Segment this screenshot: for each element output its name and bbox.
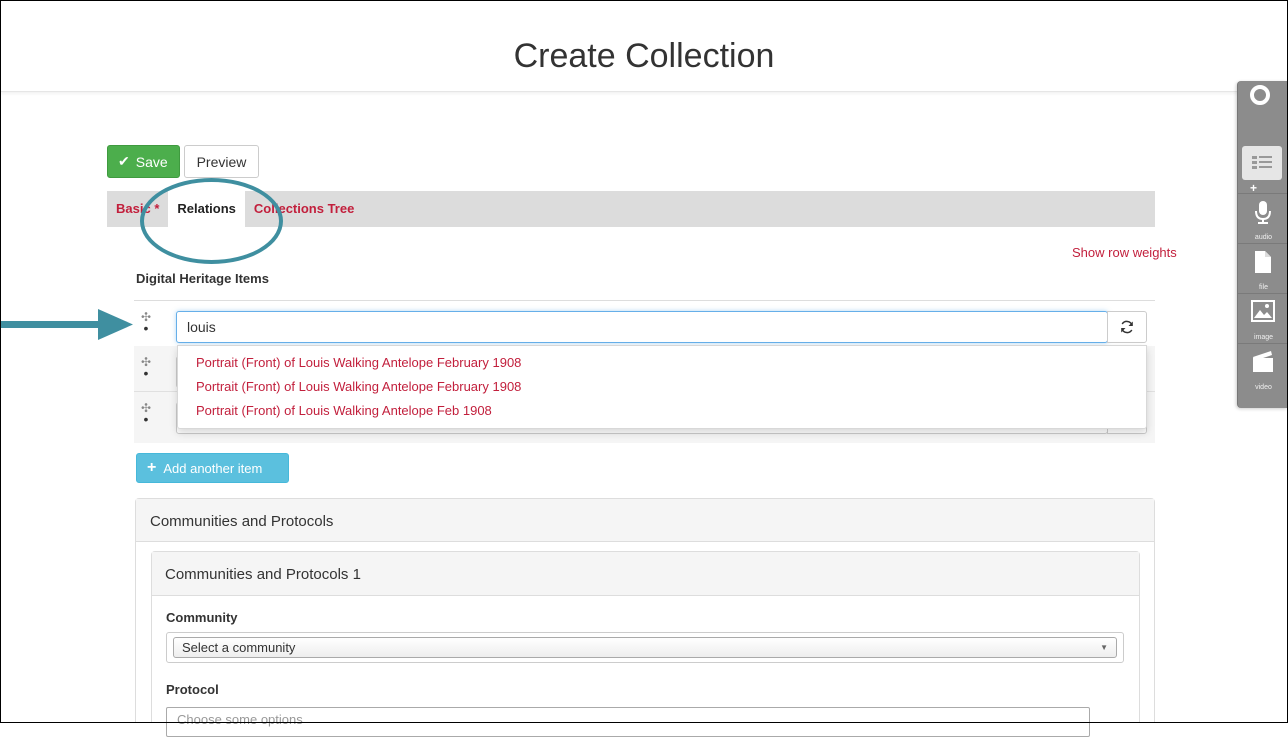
page-title: Create Collection	[0, 0, 1288, 92]
drag-handle-icon[interactable]: ✣ •	[140, 356, 152, 380]
table-row: ✣ •	[134, 301, 1155, 346]
community-select[interactable]: Select a community ▼	[166, 632, 1124, 663]
sidebar-item-image[interactable]: image	[1238, 293, 1288, 343]
list-icon	[1252, 156, 1272, 169]
toggle-circle-icon[interactable]	[1249, 84, 1271, 106]
sidebar-item-label: audio	[1254, 234, 1273, 241]
refresh-icon[interactable]	[1107, 311, 1147, 343]
chevron-down-icon: ▼	[1100, 643, 1108, 652]
community-select-text: Select a community	[182, 640, 296, 655]
add-another-item-button[interactable]: + Add another item	[136, 453, 289, 483]
microphone-icon	[1255, 201, 1271, 224]
save-label: Save	[135, 153, 168, 170]
drag-handle-icon[interactable]: ✣ •	[140, 311, 152, 335]
tab-basic-label: Basic	[116, 201, 151, 216]
file-icon	[1255, 251, 1271, 273]
tab-basic[interactable]: Basic *	[107, 191, 168, 227]
action-buttons: ✔ Save Preview	[107, 145, 259, 178]
plus-icon: +	[147, 459, 157, 476]
tab-relations[interactable]: Relations	[168, 191, 245, 227]
sidebar-item-label: image	[1253, 334, 1274, 341]
drag-handle-icon[interactable]: ✣ •	[140, 402, 152, 426]
tab-collections-tree[interactable]: Collections Tree	[245, 191, 363, 227]
autocomplete-dropdown: Portrait (Front) of Louis Walking Antelo…	[177, 345, 1147, 429]
panel-title[interactable]: Communities and Protocols	[136, 499, 1154, 542]
tab-bar: Basic * Relations Collections Tree	[107, 191, 1155, 227]
item-search-input[interactable]	[176, 311, 1108, 343]
clapperboard-icon	[1253, 351, 1273, 372]
sidebar-item-label: video	[1255, 384, 1272, 391]
required-marker: *	[154, 201, 160, 216]
autocomplete-option[interactable]: Portrait (Front) of Louis Walking Antelo…	[178, 375, 1146, 399]
sidebar-item-video[interactable]: video	[1238, 343, 1288, 393]
checkmark-icon: ✔	[118, 153, 130, 169]
autocomplete-option[interactable]: Portrait (Front) of Louis Walking Antelo…	[178, 399, 1146, 423]
subpanel-title[interactable]: Communities and Protocols 1	[152, 552, 1139, 596]
digital-heritage-items-label: Digital Heritage Items	[136, 271, 269, 286]
community-select-value: Select a community ▼	[173, 637, 1117, 658]
protocol-multiselect[interactable]: Choose some options	[166, 707, 1090, 737]
media-sidebar: + audio file image video	[1237, 81, 1288, 408]
save-button[interactable]: ✔ Save	[107, 145, 180, 178]
image-icon	[1251, 300, 1275, 322]
add-another-item-label: Add another item	[163, 460, 263, 476]
sidebar-item-file[interactable]: file	[1238, 243, 1288, 293]
protocol-label: Protocol	[166, 682, 219, 697]
sidebar-item-label: file	[1259, 284, 1268, 291]
community-label: Community	[166, 610, 238, 625]
sidebar-item-audio[interactable]: audio	[1238, 193, 1288, 243]
show-row-weights-link[interactable]: Show row weights	[1072, 245, 1177, 260]
list-view-button[interactable]	[1242, 146, 1282, 180]
autocomplete-option[interactable]: Portrait (Front) of Louis Walking Antelo…	[178, 351, 1146, 375]
preview-button[interactable]: Preview	[184, 145, 259, 178]
